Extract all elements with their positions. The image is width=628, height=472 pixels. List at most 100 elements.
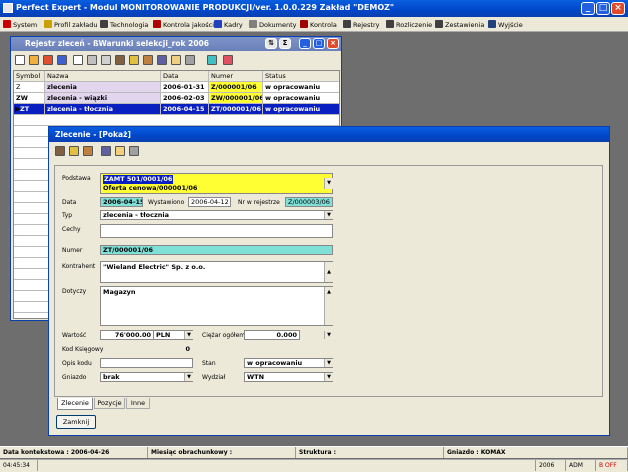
menu-profil[interactable]: Profil zakładu bbox=[44, 19, 98, 31]
help-icon[interactable] bbox=[73, 55, 83, 65]
app-icon bbox=[3, 3, 13, 13]
detail-title: Zlecenie - [Pokaż] bbox=[55, 130, 131, 139]
refresh-icon[interactable] bbox=[207, 55, 217, 65]
gniazdo-select[interactable]: brak bbox=[100, 372, 193, 382]
gniazdo-dropdown-button[interactable]: ▼ bbox=[184, 373, 193, 381]
cechy-field[interactable] bbox=[100, 224, 333, 238]
data-field[interactable]: 2006-04-15 bbox=[100, 197, 143, 207]
podstawa-dropdown-button[interactable]: ▼ bbox=[324, 178, 333, 189]
table-row[interactable]: ZW zlecenia - wiązki 2006-02-03 ZW/00000… bbox=[14, 93, 339, 104]
status-data-kontekstowa: Data kontekstowa : 2006-04-26 bbox=[0, 447, 148, 458]
registry-maximize-button[interactable]: □ bbox=[313, 38, 325, 49]
maximize-button[interactable]: □ bbox=[596, 2, 610, 15]
form-panel: Podstawa ZAMT 501/0001/06 Oferta cenowa/… bbox=[54, 165, 603, 397]
wystawiono-field[interactable]: 2006-04-12 bbox=[188, 197, 231, 207]
waluta-dropdown-button[interactable]: ▼ bbox=[184, 331, 193, 339]
kontrahent-field[interactable]: "Wieland Electric" Sp. z o.o. bbox=[100, 261, 333, 283]
people-icon[interactable] bbox=[55, 146, 65, 156]
wydzial-select[interactable]: WTN bbox=[244, 372, 333, 382]
copy-icon[interactable] bbox=[129, 55, 139, 65]
close-button[interactable]: × bbox=[611, 2, 625, 15]
wartosc-field[interactable]: 76'000.00 bbox=[100, 330, 154, 340]
label-data: Data bbox=[62, 199, 77, 206]
edit-icon[interactable] bbox=[29, 55, 39, 65]
minimize-button[interactable]: _ bbox=[581, 2, 595, 15]
kod-ksiegowy-field[interactable]: 0 bbox=[100, 344, 193, 354]
wydzial-dropdown-button[interactable]: ▼ bbox=[324, 373, 333, 381]
dotyczy-scroll[interactable]: ▲ bbox=[324, 287, 333, 325]
close-form-button[interactable]: Zamknij bbox=[56, 415, 96, 429]
registry-close-button[interactable]: × bbox=[327, 38, 339, 49]
col-data[interactable]: Data bbox=[161, 71, 209, 82]
kontrahent-scroll[interactable]: ▲ bbox=[324, 262, 333, 282]
menu-technologia[interactable]: Technologia bbox=[100, 19, 148, 31]
label-kod-ksiegowy: Kod Księgowy bbox=[62, 346, 104, 353]
menu-zestawienia[interactable]: Zestawienia bbox=[435, 19, 484, 31]
stan-select[interactable]: w opracowaniu bbox=[244, 358, 333, 368]
label-typ: Typ bbox=[62, 212, 73, 219]
menu-dokumenty[interactable]: Dokumenty bbox=[249, 19, 297, 31]
nr-rejestrze-field[interactable]: Z/000003/06 bbox=[285, 197, 333, 207]
exit-icon bbox=[488, 20, 496, 28]
registry-sum-button[interactable]: Σ bbox=[279, 38, 291, 49]
chart-icon[interactable] bbox=[157, 55, 167, 65]
dotyczy-field[interactable]: Magazyn bbox=[100, 286, 333, 326]
filter-icon[interactable] bbox=[129, 146, 139, 156]
numer-field[interactable]: ZT/000001/06 bbox=[100, 245, 333, 255]
registry-sort-button[interactable]: ⇅ bbox=[265, 38, 277, 49]
label-gniazdo: Gniazdo bbox=[62, 374, 87, 381]
tab-inne[interactable]: Inne bbox=[126, 398, 150, 409]
copy-icon[interactable] bbox=[69, 146, 79, 156]
stan-dropdown-button[interactable]: ▼ bbox=[324, 359, 333, 367]
detail-toolbar bbox=[49, 143, 609, 160]
opis-kodu-field[interactable] bbox=[100, 358, 193, 368]
search-icon[interactable] bbox=[115, 146, 125, 156]
people-icon[interactable] bbox=[115, 55, 125, 65]
calculator-icon[interactable] bbox=[223, 55, 233, 65]
app-titlebar: Perfect Expert - Modul MONITOROWANIE PRO… bbox=[0, 0, 628, 17]
filter-icon[interactable] bbox=[185, 55, 195, 65]
menu-rozliczenie[interactable]: Rozliczenie bbox=[386, 19, 432, 31]
label-wartosc: Wartość bbox=[62, 332, 87, 339]
pin-icon[interactable] bbox=[143, 55, 153, 65]
label-cechy: Cechy bbox=[62, 226, 81, 233]
status-bar-top: Data kontekstowa : 2006-04-26 Miesiąc ob… bbox=[0, 446, 628, 458]
settlement-icon bbox=[386, 20, 394, 28]
typ-dropdown-button[interactable]: ▼ bbox=[324, 211, 333, 219]
control-icon bbox=[300, 20, 308, 28]
menu-kadry[interactable]: Kadry bbox=[214, 19, 243, 31]
tab-zlecenie[interactable]: Zlecenie bbox=[57, 398, 93, 410]
registry-minimize-button[interactable]: _ bbox=[299, 38, 311, 49]
detail-titlebar: Zlecenie - [Pokaż] bbox=[49, 127, 609, 142]
people-icon bbox=[100, 20, 108, 28]
podstawa-field[interactable]: ZAMT 501/0001/06 Oferta cenowa/000001/06 bbox=[100, 173, 333, 194]
menu-rejestry[interactable]: Rejestry bbox=[343, 19, 379, 31]
typ-select[interactable]: zlecenia - tłocznia bbox=[100, 210, 333, 220]
status-bar-bottom: 04:45:34 2006 ADM B OFF bbox=[0, 459, 628, 472]
col-numer[interactable]: Numer bbox=[209, 71, 263, 82]
tab-pozycje[interactable]: Pozycje bbox=[94, 398, 125, 409]
ciezar-field[interactable]: 0.000 bbox=[244, 330, 300, 340]
person-icon bbox=[214, 20, 222, 28]
col-status[interactable]: Status bbox=[263, 71, 339, 82]
menu-kontrola[interactable]: Kontrola bbox=[300, 19, 337, 31]
preview-icon[interactable] bbox=[101, 55, 111, 65]
label-numer: Numer bbox=[62, 247, 83, 254]
app-title: Perfect Expert - Modul MONITOROWANIE PRO… bbox=[16, 3, 395, 12]
ciezar-dropdown-button[interactable]: ▼ bbox=[324, 331, 333, 339]
col-symbol[interactable]: Symbol bbox=[14, 71, 45, 82]
chart-icon[interactable] bbox=[101, 146, 111, 156]
table-row[interactable]: Z zlecenia 2006-01-31 Z/000001/06 w opra… bbox=[14, 82, 339, 93]
print-icon[interactable] bbox=[87, 55, 97, 65]
delete-icon[interactable] bbox=[43, 55, 53, 65]
col-nazwa[interactable]: Nazwa bbox=[45, 71, 161, 82]
new-icon[interactable] bbox=[15, 55, 25, 65]
menu-system[interactable]: System bbox=[3, 19, 37, 31]
inspection-icon bbox=[153, 20, 161, 28]
menu-kontrola-jakosci[interactable]: Kontrola jakości bbox=[153, 19, 214, 31]
export-icon[interactable] bbox=[57, 55, 67, 65]
menu-wyjscie[interactable]: Wyjście bbox=[488, 19, 523, 31]
search-icon[interactable] bbox=[171, 55, 181, 65]
pin-icon[interactable] bbox=[83, 146, 93, 156]
table-row-selected[interactable]: ZT zlecenia - tłocznia 2006-04-15 ZT/000… bbox=[14, 104, 339, 115]
